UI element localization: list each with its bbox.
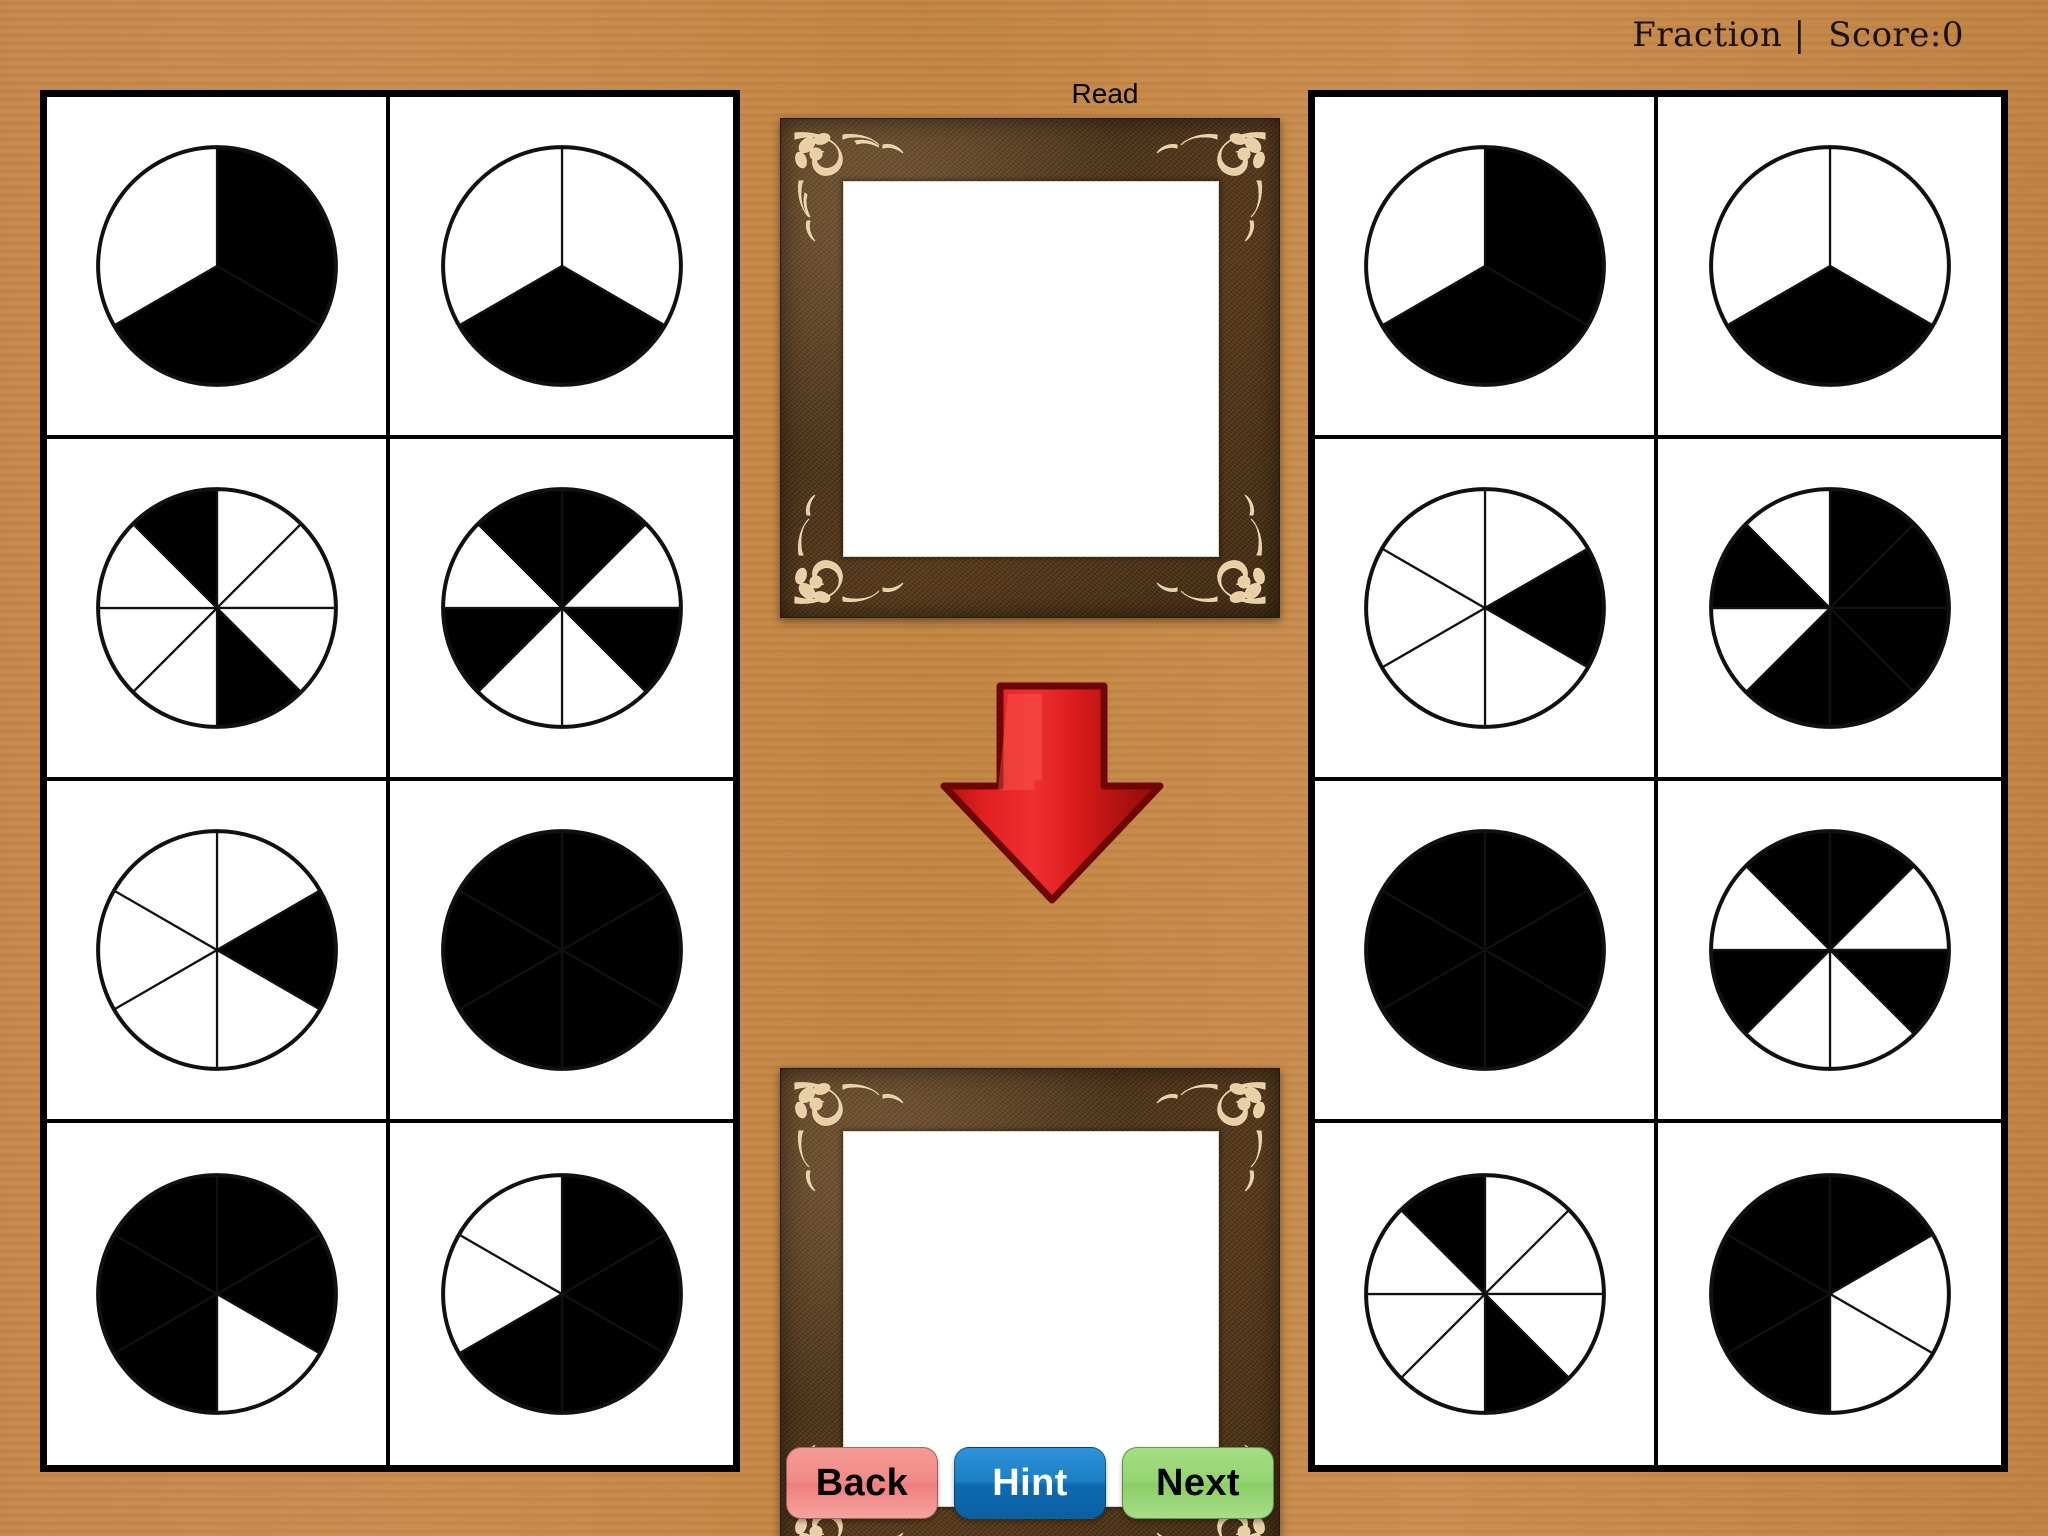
header-bar: Fraction | Score:0 — [0, 0, 2048, 70]
question-frame[interactable] — [780, 118, 1280, 618]
fraction-card[interactable] — [390, 781, 733, 1123]
next-button[interactable]: Next — [1122, 1447, 1274, 1519]
fraction-card[interactable] — [1315, 439, 1658, 781]
read-button-label[interactable]: Read — [1072, 78, 1139, 110]
pie-chart — [1360, 483, 1610, 733]
fraction-card[interactable] — [390, 1123, 733, 1465]
button-bar: Back Hint Next — [770, 1442, 1290, 1524]
pie-chart — [1705, 1169, 1955, 1419]
down-arrow-icon — [938, 680, 1166, 906]
left-fraction-card-grid — [40, 90, 740, 1472]
center-column: Read — [770, 70, 1290, 1536]
fraction-card[interactable] — [1315, 97, 1658, 439]
pie-chart — [92, 1169, 342, 1419]
fraction-card[interactable] — [47, 97, 390, 439]
pie-chart — [437, 1169, 687, 1419]
fraction-card[interactable] — [1658, 781, 2001, 1123]
fraction-card[interactable] — [1658, 97, 2001, 439]
fraction-card[interactable] — [47, 1123, 390, 1465]
pie-chart — [92, 141, 342, 391]
right-fraction-card-grid — [1308, 90, 2008, 1472]
pie-chart — [437, 483, 687, 733]
pie-chart — [1705, 825, 1955, 1075]
page-title: Fraction | Score:0 — [1632, 15, 1964, 55]
pie-chart — [437, 141, 687, 391]
fraction-card[interactable] — [1315, 1123, 1658, 1465]
fraction-card[interactable] — [1658, 439, 2001, 781]
pie-chart — [1360, 141, 1610, 391]
fraction-card[interactable] — [390, 97, 733, 439]
pie-chart — [437, 825, 687, 1075]
pie-chart — [1705, 483, 1955, 733]
back-button[interactable]: Back — [786, 1447, 938, 1519]
fraction-card[interactable] — [47, 439, 390, 781]
question-frame-canvas[interactable] — [843, 181, 1219, 557]
pie-chart — [1360, 825, 1610, 1075]
hint-button[interactable]: Hint — [954, 1447, 1106, 1519]
pie-chart — [92, 825, 342, 1075]
fraction-card[interactable] — [390, 439, 733, 781]
pie-chart — [1360, 1169, 1610, 1419]
fraction-card[interactable] — [47, 781, 390, 1123]
pie-chart — [1705, 141, 1955, 391]
fraction-card[interactable] — [1315, 781, 1658, 1123]
pie-chart — [92, 483, 342, 733]
read-label-row: Read — [770, 70, 1290, 118]
fraction-card[interactable] — [1658, 1123, 2001, 1465]
